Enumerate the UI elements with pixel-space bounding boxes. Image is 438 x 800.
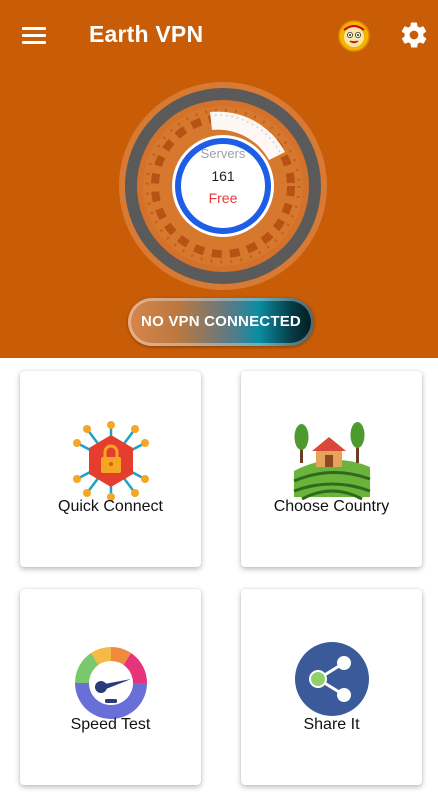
speedometer-icon	[74, 646, 147, 719]
share-icon	[294, 642, 369, 716]
avatar-icon[interactable]	[338, 20, 370, 52]
speed-test-label: Speed Test	[70, 716, 151, 733]
connection-status-button[interactable]: NO VPN CONNECTED	[128, 298, 314, 346]
plan-label: Free	[208, 190, 238, 206]
header-panel: Earth VPN Servers 161 Free NO VPN CONNEC…	[0, 0, 438, 358]
quick-connect-label: Quick Connect	[58, 498, 163, 515]
lock-network-icon	[72, 421, 149, 501]
hamburger-menu-icon[interactable]	[22, 24, 48, 46]
servers-label: Servers	[200, 146, 246, 161]
share-it-label: Share It	[303, 716, 360, 733]
speed-test-card[interactable]: Speed Test	[20, 589, 201, 785]
quick-connect-card[interactable]: Quick Connect	[20, 371, 201, 567]
gear-icon[interactable]	[399, 20, 429, 50]
app-title: Earth VPN	[89, 21, 204, 47]
countryside-farm-icon	[292, 422, 371, 501]
server-info: Servers 161 Free	[170, 133, 276, 239]
choose-country-card[interactable]: Choose Country	[241, 371, 422, 567]
choose-country-label: Choose Country	[273, 498, 390, 515]
share-it-card[interactable]: Share It	[241, 589, 422, 785]
server-count: 161	[211, 168, 235, 184]
